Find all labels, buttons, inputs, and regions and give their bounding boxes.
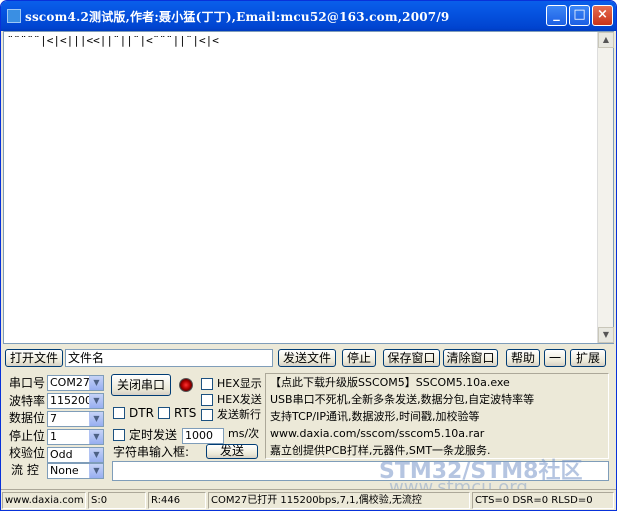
vertical-scrollbar[interactable]: ▲ ▼	[597, 32, 614, 343]
chevron-down-icon[interactable]: ▼	[89, 430, 103, 444]
title-bar[interactable]: sscom4.2测试版,作者:聂小猛(丁丁),Email:mcu52@163.c…	[1, 1, 616, 31]
stop-bits-value: 1	[50, 430, 57, 443]
open-file-button[interactable]: 打开文件	[5, 349, 63, 367]
port-status-led-icon	[179, 378, 193, 392]
receive-text: ¨¨¨¨¨|<|<|||<<||¨||¨|<¨¨¨||¨|<|<	[7, 34, 219, 47]
port-label: 串口号	[9, 376, 46, 390]
main-window: sscom4.2测试版,作者:聂小猛(丁丁),Email:mcu52@163.c…	[0, 0, 617, 511]
help-button[interactable]: 帮助	[506, 349, 540, 367]
status-port-state: COM27已打开 115200bps,7,1,偶校验,无流控	[208, 492, 470, 509]
interval-unit-label: ms/次	[228, 427, 260, 440]
timed-send-label: 定时发送	[129, 428, 178, 442]
dtr-label: DTR	[129, 406, 154, 420]
port-select[interactable]: COM27 ▼	[47, 375, 104, 391]
status-bar: www.daxia.com S:0 R:446 COM27已打开 115200b…	[1, 489, 616, 510]
data-bits-value: 7	[50, 412, 57, 425]
rts-checkbox[interactable]	[158, 407, 170, 419]
char-input-label: 字符串输入框:	[113, 445, 190, 459]
scroll-up-icon[interactable]: ▲	[598, 32, 614, 48]
flow-control-value: None	[50, 464, 79, 477]
dtr-checkbox[interactable]	[113, 407, 125, 419]
send-file-button[interactable]: 发送文件	[278, 349, 336, 367]
send-button[interactable]: 发送	[206, 444, 258, 459]
flow-control-label: 流 控	[11, 463, 39, 477]
chevron-down-icon[interactable]: ▼	[89, 412, 103, 426]
parity-label: 校验位	[9, 446, 46, 460]
ad-line-tcp: 支持TCP/IP通讯,数据波形,时间戳,加校验等	[270, 410, 480, 423]
app-icon	[7, 9, 21, 23]
close-button[interactable]: ×	[592, 5, 613, 26]
chevron-down-icon[interactable]: ▼	[89, 448, 103, 462]
hex-display-label: HEX显示	[217, 377, 262, 390]
scroll-down-icon[interactable]: ▼	[598, 327, 614, 343]
minimize-button[interactable]: _	[546, 5, 567, 26]
status-received-count: R:446	[148, 492, 206, 509]
ad-line-url[interactable]: www.daxia.com/sscom/sscom5.10a.rar	[270, 427, 484, 441]
chevron-down-icon[interactable]: ▼	[89, 394, 103, 408]
data-bits-select[interactable]: 7 ▼	[47, 411, 104, 427]
baud-value: 115200	[50, 394, 92, 407]
minimize-panel-button[interactable]: 一	[544, 349, 566, 367]
close-port-button[interactable]: 关闭串口	[111, 374, 171, 396]
status-sent-count: S:0	[88, 492, 146, 509]
flow-control-select[interactable]: None ▼	[47, 463, 104, 479]
status-site[interactable]: www.daxia.com	[2, 492, 86, 509]
window-title: sscom4.2测试版,作者:聂小猛(丁丁),Email:mcu52@163.c…	[25, 10, 450, 24]
filename-field[interactable]: 文件名	[65, 349, 273, 367]
interval-input[interactable]: 1000	[182, 428, 224, 444]
stop-bits-select[interactable]: 1 ▼	[47, 429, 104, 445]
parity-value: Odd	[50, 448, 73, 461]
data-bits-label: 数据位	[9, 411, 46, 425]
ad-line-download[interactable]: 【点此下载升级版SSCOM5】SSCOM5.10a.exe	[270, 376, 510, 390]
maximize-button[interactable]: □	[569, 5, 590, 26]
port-value: COM27	[50, 376, 90, 389]
rts-label: RTS	[174, 406, 197, 420]
baud-select[interactable]: 115200 ▼	[47, 393, 104, 409]
hex-send-checkbox[interactable]	[201, 394, 213, 406]
baud-label: 波特率	[9, 394, 46, 408]
ad-line-usb: USB串口不死机,全新多条发送,数据分包,自定波特率等	[270, 393, 535, 406]
parity-select[interactable]: Odd ▼	[47, 447, 104, 463]
clear-window-button[interactable]: 清除窗口	[443, 349, 498, 367]
receive-area[interactable]: ¨¨¨¨¨|<|<|||<<||¨||¨|<¨¨¨||¨|<|< ▲ ▼	[3, 31, 614, 344]
send-newline-checkbox[interactable]	[201, 409, 213, 421]
expand-button[interactable]: 扩展	[570, 349, 606, 367]
status-modem-lines: CTS=0 DSR=0 RLSD=0	[472, 492, 614, 509]
hex-display-checkbox[interactable]	[201, 378, 213, 390]
save-window-button[interactable]: 保存窗口	[383, 349, 440, 367]
stop-button[interactable]: 停止	[342, 349, 376, 367]
stop-bits-label: 停止位	[9, 429, 46, 443]
chevron-down-icon[interactable]: ▼	[89, 376, 103, 390]
chevron-down-icon[interactable]: ▼	[89, 464, 103, 478]
timed-send-checkbox[interactable]	[113, 429, 125, 441]
hex-send-label: HEX发送	[217, 393, 262, 406]
send-newline-label: 发送新行	[217, 408, 261, 421]
